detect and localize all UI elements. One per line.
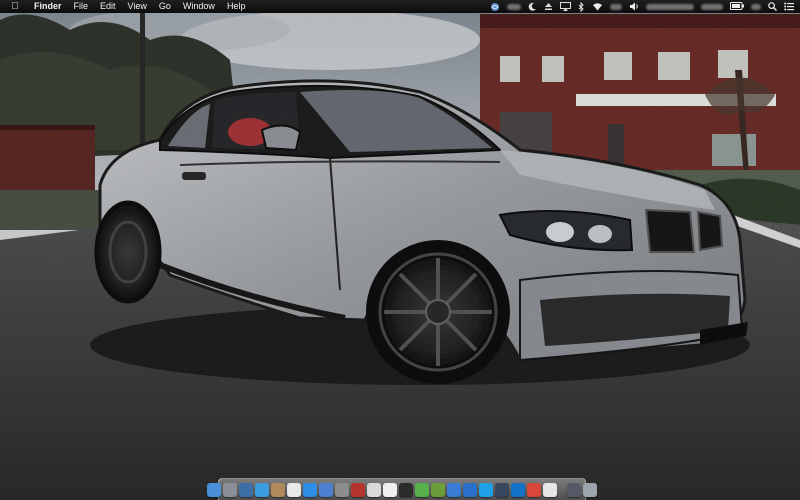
menu-bar:  Finder File Edit View Go Window Help — [0, 0, 800, 13]
menu-finder[interactable]: Finder — [28, 0, 68, 13]
google-drive-icon[interactable] — [543, 482, 557, 497]
notification-center-icon[interactable] — [784, 2, 794, 11]
preview-photos-icon[interactable] — [367, 482, 381, 497]
teamviewer-icon[interactable] — [511, 482, 525, 497]
chrome-icon[interactable] — [527, 482, 541, 497]
battery-icon[interactable] — [730, 2, 744, 11]
safari-compass-icon[interactable] — [255, 482, 269, 497]
dock-right-items — [567, 482, 597, 497]
itunes-note-icon[interactable] — [319, 482, 333, 497]
display-mirroring-icon[interactable] — [560, 2, 571, 11]
quicktime-icon[interactable] — [463, 482, 477, 497]
spotlight-search-icon[interactable] — [768, 2, 777, 11]
eject-icon[interactable] — [544, 2, 553, 11]
menu-go[interactable]: Go — [153, 0, 177, 13]
status-item-blurred[interactable] — [507, 3, 521, 10]
status-item-blurred[interactable] — [701, 3, 723, 10]
photo-booth-icon[interactable] — [351, 482, 365, 497]
mission-control-icon[interactable] — [239, 482, 253, 497]
textedit-icon[interactable] — [383, 482, 397, 497]
app-store-icon[interactable] — [303, 482, 317, 497]
car-wallpaper-image — [0, 0, 800, 500]
downloads-stack-icon[interactable] — [567, 482, 581, 497]
skype-icon[interactable] — [479, 482, 493, 497]
globe-sync-icon[interactable] — [490, 2, 500, 11]
dock-apps — [207, 482, 557, 497]
trash-icon[interactable] — [583, 482, 597, 497]
bluetooth-icon[interactable] — [578, 1, 585, 13]
maps-icon[interactable] — [415, 482, 429, 497]
xcode-hammer-icon[interactable] — [447, 482, 461, 497]
crescent-icon[interactable] — [528, 2, 537, 11]
volume-icon[interactable] — [629, 2, 639, 11]
dock — [207, 478, 597, 500]
status-item-blurred[interactable] — [646, 3, 694, 10]
wifi-icon[interactable] — [592, 2, 603, 11]
status-menu-area — [490, 0, 794, 13]
apple-logo-icon[interactable]:  — [8, 0, 22, 13]
menu-file[interactable]: File — [68, 0, 95, 13]
status-item-blurred[interactable] — [610, 3, 622, 10]
steam-icon[interactable] — [495, 482, 509, 497]
minecraft-block-icon[interactable] — [431, 482, 445, 497]
status-item-blurred[interactable] — [751, 3, 761, 10]
launchpad-rocket-icon[interactable] — [223, 482, 237, 497]
gear-icon[interactable] — [335, 482, 349, 497]
desktop-wallpaper — [0, 0, 800, 500]
finder-icon[interactable] — [207, 482, 221, 497]
menu-edit[interactable]: Edit — [94, 0, 122, 13]
calendar-icon[interactable] — [287, 482, 301, 497]
terminal-icon[interactable] — [399, 482, 413, 497]
contacts-book-icon[interactable] — [271, 482, 285, 497]
menu-window[interactable]: Window — [177, 0, 221, 13]
menu-help[interactable]: Help — [221, 0, 252, 13]
menu-view[interactable]: View — [122, 0, 153, 13]
